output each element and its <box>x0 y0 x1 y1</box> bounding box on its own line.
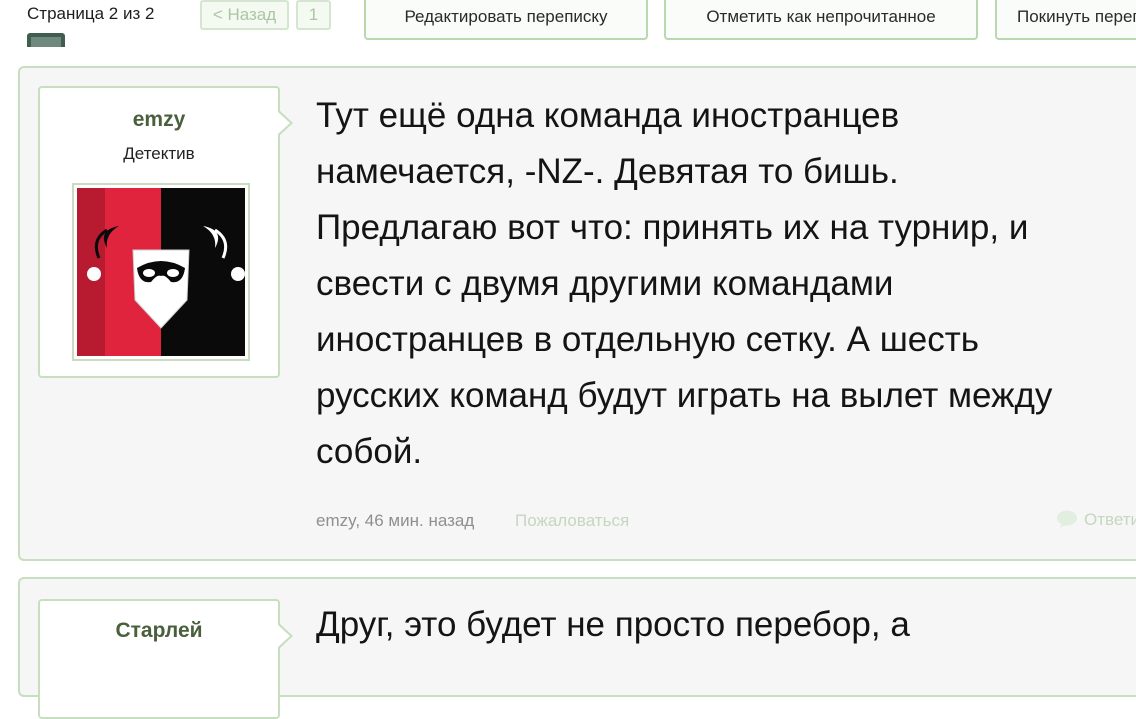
report-link[interactable]: Пожаловаться <box>515 511 629 531</box>
pagination-label: Страница 2 из 2 <box>27 4 155 23</box>
post-author-name[interactable]: emzy <box>40 108 278 132</box>
avatar[interactable] <box>72 183 250 361</box>
previous-page-button[interactable]: < Назад <box>200 0 289 30</box>
message-post: emzy Детектив Тут ещё одна команда иност… <box>18 66 1136 561</box>
page-1-button[interactable]: 1 <box>296 0 331 30</box>
edit-conversation-button[interactable]: Редактировать переписку <box>364 0 648 40</box>
harlequin-mask-icon <box>77 188 245 356</box>
reply-label: Ответить <box>1084 510 1136 529</box>
message-post: Старлей Друг, это будет не просто перебо… <box>18 577 1136 719</box>
reply-button[interactable]: Ответить <box>1056 509 1136 530</box>
user-info-card: emzy Детектив <box>38 86 293 378</box>
message-body: Тут ещё одна команда иностранцев намечае… <box>316 96 1053 471</box>
participant-avatar[interactable] <box>27 33 65 47</box>
post-author-name[interactable]: Старлей <box>40 619 278 643</box>
message-body: Друг, это будет не просто перебор, а <box>316 605 910 644</box>
leave-conversation-button[interactable]: Покинуть переписку <box>995 0 1136 40</box>
user-info-card: Старлей <box>38 599 293 719</box>
message-author-time[interactable]: emzy, 46 мин. назад <box>316 511 474 531</box>
mark-unread-button[interactable]: Отметить как непрочитанное <box>664 0 978 40</box>
speech-bubble-icon <box>1057 510 1077 528</box>
post-author-title: Детектив <box>123 144 195 163</box>
